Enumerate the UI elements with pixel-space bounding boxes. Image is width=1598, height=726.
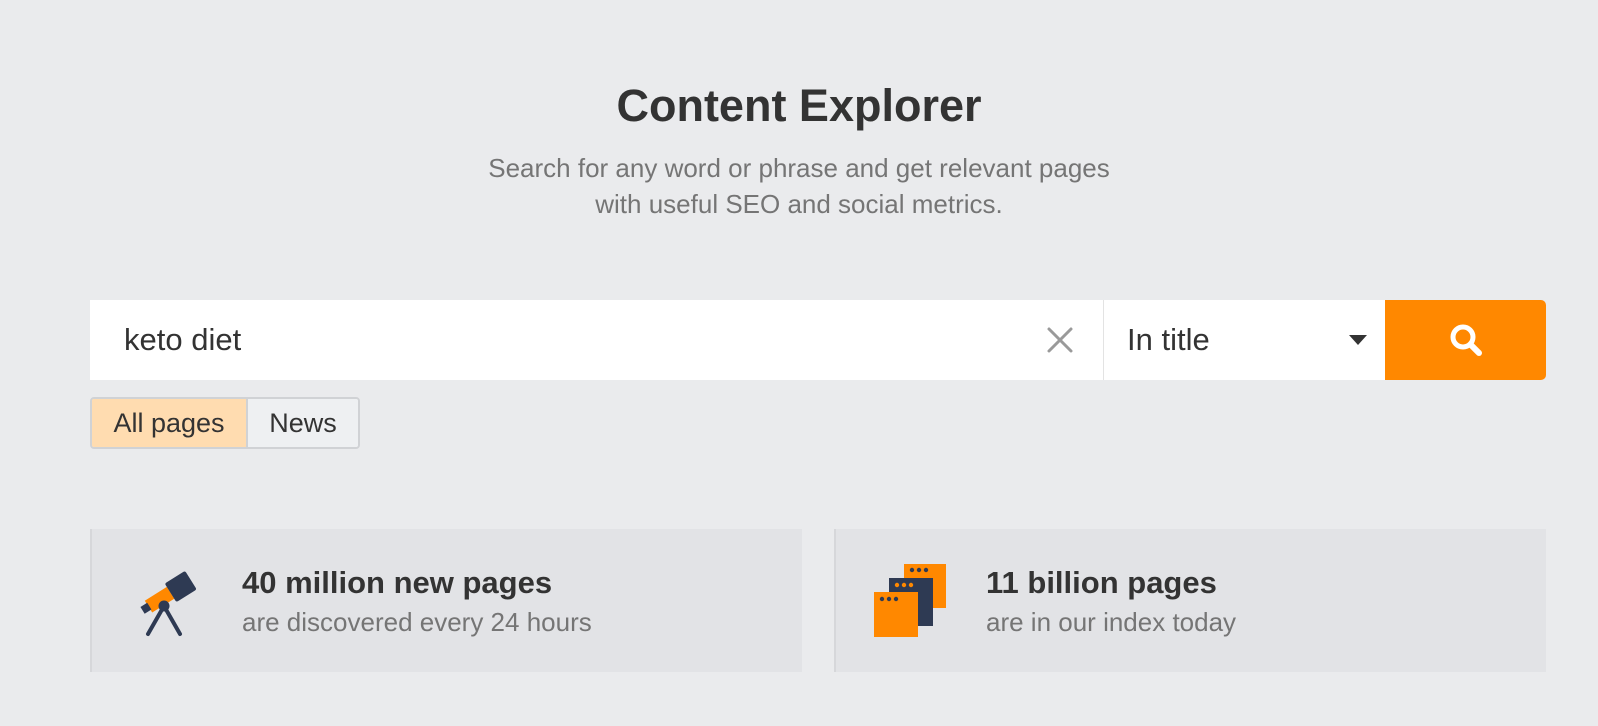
filter-all-pages[interactable]: All pages: [92, 399, 248, 447]
search-input-wrapper: [90, 300, 1104, 380]
search-icon: [1450, 324, 1482, 356]
search-mode-selected-label: In title: [1127, 322, 1210, 357]
stat-headline: 40 million new pages: [242, 565, 553, 600]
stacked-pages-icon: [874, 564, 946, 637]
subtitle-line-2: with useful SEO and social metrics.: [595, 189, 1003, 219]
page-title: Content Explorer: [616, 80, 982, 131]
close-icon[interactable]: [1045, 325, 1075, 355]
search-button[interactable]: [1385, 300, 1546, 380]
filter-news[interactable]: News: [248, 399, 358, 447]
stat-caption: are in our index today: [986, 607, 1237, 637]
content-explorer-page: Content Explorer Search for any word or …: [0, 0, 1598, 726]
page-subtitle: Search for any word or phrase and get re…: [0, 150, 1598, 222]
stat-caption: are discovered every 24 hours: [242, 607, 592, 637]
subtitle-line-1: Search for any word or phrase and get re…: [488, 153, 1110, 183]
stat-card-index-size: 11 billion pages are in our index today: [834, 529, 1546, 672]
stat-card-new-pages: 40 million new pages are discovered ever…: [90, 529, 802, 672]
page-type-filter: All pages News: [90, 397, 360, 449]
telescope-icon: [140, 571, 196, 636]
search-bar: In title: [90, 300, 1546, 380]
caret-down-icon: [1349, 335, 1367, 345]
search-mode-select[interactable]: In title: [1104, 300, 1385, 380]
search-input[interactable]: [90, 300, 1103, 380]
stat-headline: 11 billion pages: [986, 565, 1217, 600]
